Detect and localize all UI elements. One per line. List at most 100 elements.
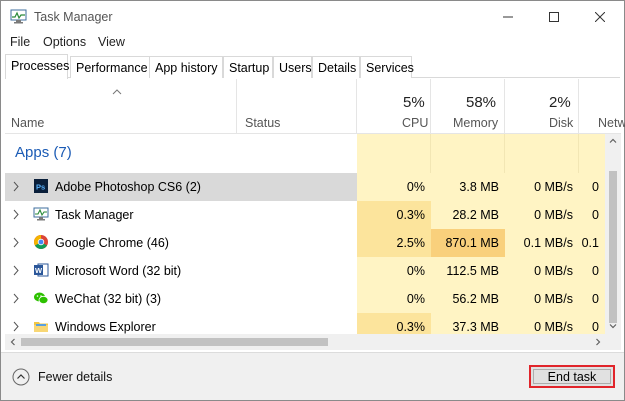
minimize-icon — [503, 16, 513, 18]
disk-cell: 0 MB/s — [505, 257, 579, 285]
footer-bar: Fewer details End task — [1, 352, 624, 400]
memory-percent: 58% — [466, 94, 497, 111]
scroll-right-icon[interactable] — [592, 336, 604, 348]
svg-text:Ps: Ps — [36, 183, 45, 192]
disk-cell: 0 MB/s — [505, 313, 579, 334]
column-disk-label: Disk — [549, 116, 574, 130]
cpu-percent: 5% — [403, 94, 425, 111]
horizontal-scroll-thumb[interactable] — [21, 338, 328, 346]
memory-cell: 37.3 MB — [431, 313, 505, 334]
tab-app-history[interactable]: App history — [149, 56, 223, 78]
cpu-cell: 0.3% — [357, 201, 431, 229]
menu-file[interactable]: File — [10, 35, 30, 49]
scroll-down-icon[interactable] — [607, 320, 619, 332]
name-cell: W Microsoft Word (32 bit) — [5, 257, 357, 285]
cpu-cell: 2.5% — [357, 229, 431, 257]
disk-percent: 2% — [549, 94, 571, 111]
folder-icon — [34, 322, 48, 332]
network-cell: 0.1 — [579, 229, 605, 257]
chevron-right-icon[interactable] — [12, 265, 20, 276]
chevron-right-icon[interactable] — [12, 293, 20, 304]
name-cell: Task Manager — [5, 201, 357, 229]
window-title: Task Manager — [34, 10, 113, 24]
maximize-icon — [549, 12, 559, 22]
disk-cell: 0 MB/s — [505, 201, 579, 229]
group-header-apps[interactable]: Apps (7) — [15, 144, 72, 161]
process-name: WeChat (32 bit) (3) — [55, 292, 162, 306]
fewer-details-link[interactable]: Fewer details — [38, 370, 112, 384]
process-name: Windows Explorer — [55, 320, 156, 334]
table-row[interactable]: Google Chrome (46) 2.5% 870.1 MB 0.1 MB/… — [5, 229, 605, 257]
table-row[interactable]: Ps Adobe Photoshop CS6 (2) 0% 3.8 MB 0 M… — [5, 173, 605, 201]
word-icon: W — [34, 263, 49, 277]
tab-strip: Processes Performance App history Startu… — [5, 54, 620, 79]
chevron-right-icon[interactable] — [12, 321, 20, 332]
disk-cell: 0.1 MB/s — [505, 229, 579, 257]
chrome-icon — [34, 235, 48, 249]
task-manager-window: Task Manager File Options View Processes… — [0, 0, 625, 401]
menu-options[interactable]: Options — [43, 35, 86, 49]
process-table: Apps (7) Ps Adobe Photoshop CS6 (2) 0% 3… — [5, 134, 605, 334]
tab-details[interactable]: Details — [312, 56, 360, 78]
tab-startup[interactable]: Startup — [223, 56, 273, 78]
memory-cell: 28.2 MB — [431, 201, 505, 229]
disk-cell: 0 MB/s — [505, 173, 579, 201]
tab-users[interactable]: Users — [273, 56, 312, 78]
table-row[interactable]: W Microsoft Word (32 bit) 0% 112.5 MB 0 … — [5, 257, 605, 285]
cpu-cell: 0% — [357, 173, 431, 201]
process-name: Task Manager — [55, 208, 134, 222]
memory-cell: 3.8 MB — [431, 173, 505, 201]
maximize-button[interactable] — [531, 1, 577, 33]
table-row[interactable]: Task Manager 0.3% 28.2 MB 0 MB/s 0 — [5, 201, 605, 229]
column-name-label: Name — [11, 116, 45, 130]
scroll-left-icon[interactable] — [7, 336, 19, 348]
svg-text:W: W — [35, 266, 43, 275]
chevron-right-icon[interactable] — [12, 181, 20, 192]
title-bar[interactable]: Task Manager — [1, 1, 624, 33]
name-cell: Windows Explorer — [5, 313, 357, 334]
task-manager-icon — [10, 9, 27, 24]
column-status-label: Status — [245, 116, 281, 130]
column-memory-label: Memory — [453, 116, 499, 130]
process-name: Google Chrome (46) — [55, 236, 169, 250]
memory-cell: 112.5 MB — [431, 257, 505, 285]
column-network-label: Netw — [598, 116, 625, 130]
network-cell: 0 — [579, 257, 605, 285]
memory-cell: 56.2 MB — [431, 285, 505, 313]
cpu-cell: 0.3% — [357, 313, 431, 334]
scrollbar-corner — [605, 334, 621, 350]
close-button[interactable] — [577, 1, 623, 33]
network-cell: 0 — [579, 173, 605, 201]
table-row[interactable]: WeChat (32 bit) (3) 0% 56.2 MB 0 MB/s 0 — [5, 285, 605, 313]
menu-view[interactable]: View — [98, 35, 125, 49]
task-manager-icon — [33, 207, 49, 221]
chevron-right-icon[interactable] — [12, 209, 20, 220]
end-task-label: End task — [547, 369, 597, 384]
column-cpu-label: CPU — [402, 116, 429, 130]
name-cell: Google Chrome (46) — [5, 229, 357, 257]
memory-cell: 870.1 MB — [431, 229, 505, 257]
minimize-button[interactable] — [485, 1, 531, 33]
tab-processes[interactable]: Processes — [5, 54, 69, 79]
disk-cell: 0 MB/s — [505, 285, 579, 313]
scroll-up-icon[interactable] — [607, 135, 619, 147]
close-icon — [595, 12, 605, 22]
process-name: Microsoft Word (32 bit) — [55, 264, 182, 278]
network-cell: 0 — [579, 201, 605, 229]
tab-services[interactable]: Services — [360, 56, 414, 78]
photoshop-icon: Ps — [34, 179, 48, 193]
menu-bar: File Options View — [1, 34, 624, 52]
chevron-up-circle-icon[interactable] — [12, 368, 30, 386]
cpu-cell: 0% — [357, 285, 431, 313]
end-task-button[interactable]: End task — [529, 365, 615, 388]
sort-ascending-icon — [112, 89, 122, 95]
tab-performance[interactable]: Performance — [70, 56, 153, 78]
network-cell: 0 — [579, 313, 605, 334]
name-cell: Ps Adobe Photoshop CS6 (2) — [5, 173, 357, 201]
cpu-cell: 0% — [357, 257, 431, 285]
vertical-scroll-thumb[interactable] — [609, 171, 617, 323]
chevron-right-icon[interactable] — [12, 237, 20, 248]
process-name: Adobe Photoshop CS6 (2) — [55, 180, 201, 194]
table-row[interactable]: Windows Explorer 0.3% 37.3 MB 0 MB/s 0 — [5, 313, 605, 334]
wechat-icon — [34, 292, 49, 305]
